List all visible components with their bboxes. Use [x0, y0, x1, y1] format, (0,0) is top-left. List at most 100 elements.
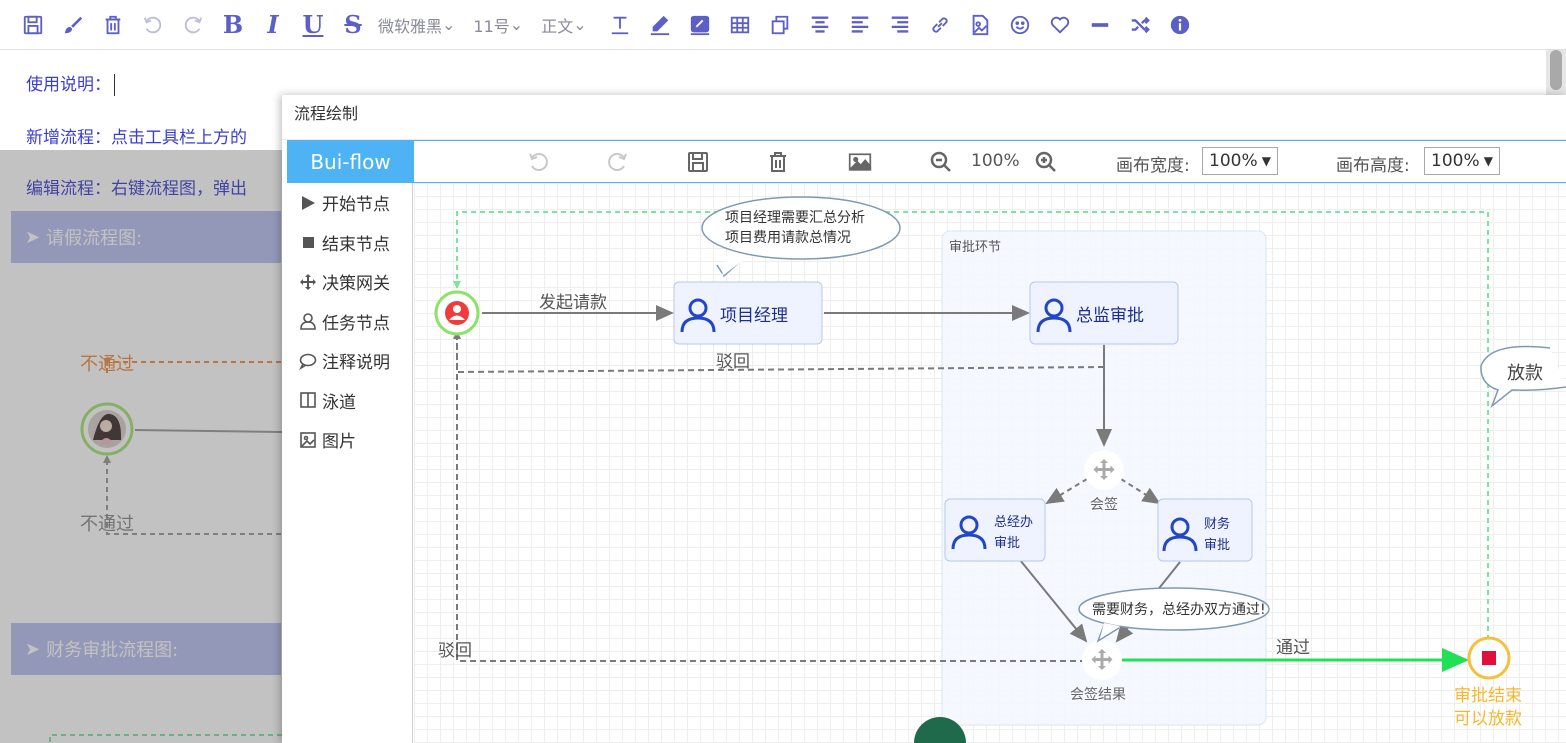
align-left-icon[interactable]: [845, 10, 875, 40]
save-icon[interactable]: [686, 149, 710, 175]
annotation-loan[interactable]: 放款: [1480, 345, 1566, 409]
align-right-icon[interactable]: [885, 10, 915, 40]
task-node-gm[interactable]: 总经办 审批: [944, 498, 1046, 562]
font-size-select[interactable]: 11号 ⌄: [473, 10, 523, 40]
user-icon: [298, 312, 318, 331]
task-node-director[interactable]: 总监审批: [1029, 281, 1179, 345]
font-family-select[interactable]: 微软雅黑 ⌄: [378, 10, 455, 40]
comment-icon: [298, 352, 318, 370]
task-node-finance[interactable]: 财务 审批: [1157, 498, 1253, 562]
edit-box-icon[interactable]: [685, 10, 715, 40]
shuffle-icon[interactable]: [1125, 10, 1155, 40]
palette-end-node[interactable]: 结束节点: [287, 223, 412, 263]
format-painter-icon[interactable]: [58, 10, 88, 40]
annotation-text: 项目费用请款总情况: [725, 230, 851, 246]
columns-icon: [298, 391, 318, 409]
heart-icon[interactable]: [1045, 10, 1075, 40]
end-node-label: 审批结束: [1454, 686, 1522, 706]
start-node[interactable]: [434, 290, 480, 336]
font-size-value: 11号: [473, 16, 510, 36]
palette-image[interactable]: 图片: [287, 420, 412, 460]
edge-arrowhead: [453, 281, 461, 289]
palette-gateway[interactable]: 决策网关: [287, 262, 412, 302]
end-node-label: 可以放款: [1454, 709, 1522, 729]
palette-task-node[interactable]: 任务节点: [287, 302, 412, 342]
canvas-width-select[interactable]: 100% ▼: [1202, 147, 1278, 175]
annotation-text: 项目经理需要汇总分析: [725, 210, 865, 226]
trash-icon[interactable]: [98, 10, 128, 40]
editor-toolbar: B I U S 微软雅黑 ⌄ 11号 ⌄ 正文 ⌄: [0, 0, 1566, 50]
copy-blocks-icon[interactable]: [765, 10, 795, 40]
canvas-height-select[interactable]: 100% ▼: [1424, 147, 1500, 175]
strikethrough-button[interactable]: S: [338, 10, 368, 40]
canvas-height-value: 100%: [1431, 151, 1480, 171]
brand-logo: Bui-flow: [287, 140, 414, 183]
text-color-icon[interactable]: [605, 10, 635, 40]
smile-icon[interactable]: [1005, 10, 1035, 40]
edge-reject-left-label: 驳回: [438, 641, 472, 661]
caret-down-icon: ▼: [1483, 154, 1493, 168]
edge-pass-label: 通过: [1276, 638, 1310, 658]
link-icon[interactable]: [925, 10, 955, 40]
redo-icon[interactable]: [178, 10, 208, 40]
palette-label: 结束节点: [322, 234, 390, 255]
trash-icon[interactable]: [766, 149, 790, 175]
palette-swimlane[interactable]: 泳道: [287, 381, 412, 421]
underline-button[interactable]: U: [298, 10, 328, 40]
scroll-thumb[interactable]: [1550, 50, 1562, 90]
image-icon[interactable]: [965, 10, 995, 40]
canvas-height-label: 画布高度:: [1336, 156, 1410, 176]
info-icon[interactable]: [1165, 10, 1195, 40]
palette-label: 开始节点: [322, 195, 390, 216]
usage-text: 使用说明：: [26, 75, 111, 95]
zoom-level: 100%: [971, 151, 1020, 171]
task-node-label: 审批: [994, 536, 1020, 551]
paragraph-select[interactable]: 正文 ⌄: [541, 10, 586, 40]
chevron-down-icon: ⌄: [573, 15, 587, 34]
usage-line: 使用说明：: [26, 70, 115, 96]
undo-icon[interactable]: [526, 149, 550, 175]
bold-button[interactable]: B: [218, 10, 248, 40]
paragraph-value: 正文: [541, 16, 574, 36]
dialog-title: 流程绘制: [282, 95, 1566, 140]
chevron-down-icon: ⌄: [442, 15, 456, 34]
annotation-text: 需要财务，总经办双方通过!: [1092, 602, 1266, 618]
canvas-width-value: 100%: [1209, 151, 1258, 171]
task-node-label: 项目经理: [720, 306, 788, 326]
highlight-pen-icon[interactable]: [645, 10, 675, 40]
stop-square-icon: [298, 233, 318, 251]
palette-label: 注释说明: [322, 353, 390, 374]
node-palette: 开始节点 结束节点 决策网关 任务节点 注释说明 泳道 图片: [287, 183, 413, 743]
gateway-label: 会签结果: [1070, 686, 1126, 703]
add-flow-line: 新增流程：点击工具栏上方的: [26, 128, 247, 148]
image-icon[interactable]: [846, 149, 874, 175]
save-icon[interactable]: [18, 10, 48, 40]
palette-start-node[interactable]: 开始节点: [287, 183, 412, 223]
end-node[interactable]: 审批结束 可以放款: [1454, 636, 1522, 729]
task-node-pm[interactable]: 项目经理: [673, 281, 823, 345]
zoom-out-icon[interactable]: [929, 149, 953, 175]
table-icon[interactable]: [725, 10, 755, 40]
flow-canvas[interactable]: 审批环节 发起请款 驳回 驳回 通过 项目经理 总监审批 会签 总经办 审批 财…: [414, 183, 1566, 743]
annotation-text: 放款: [1507, 363, 1543, 384]
undo-icon[interactable]: [138, 10, 168, 40]
text-caret: [114, 74, 115, 96]
app-root: B I U S 微软雅黑 ⌄ 11号 ⌄ 正文 ⌄ 使用说明： 新增流程：点击工…: [0, 0, 1566, 743]
palette-label: 任务节点: [322, 313, 390, 334]
annotation-pm-note[interactable]: 项目经理需要汇总分析 项目费用请款总情况: [701, 196, 901, 278]
flow-diagram: 审批环节 发起请款 驳回 驳回 通过 项目经理 总监审批 会签 总经办 审批 财…: [434, 196, 1566, 743]
caret-down-icon: ▼: [1261, 154, 1271, 168]
task-node-label: 总监审批: [1076, 306, 1144, 326]
horizontal-rule-icon[interactable]: [1085, 10, 1115, 40]
palette-label: 图片: [322, 432, 356, 453]
palette-annotation[interactable]: 注释说明: [287, 341, 412, 381]
redo-icon[interactable]: [606, 149, 630, 175]
flow-toolbar: 100% 画布宽度: 100% ▼ 画布高度: 100% ▼: [414, 140, 1566, 183]
gateway-label: 会签: [1090, 496, 1118, 513]
zoom-in-icon[interactable]: [1034, 149, 1058, 175]
italic-button[interactable]: I: [258, 10, 288, 40]
task-node-label: 财务: [1204, 516, 1230, 532]
chevron-down-icon: ⌄: [509, 15, 524, 34]
swimlane-label: 审批环节: [949, 240, 1001, 255]
align-center-icon[interactable]: [805, 10, 835, 40]
